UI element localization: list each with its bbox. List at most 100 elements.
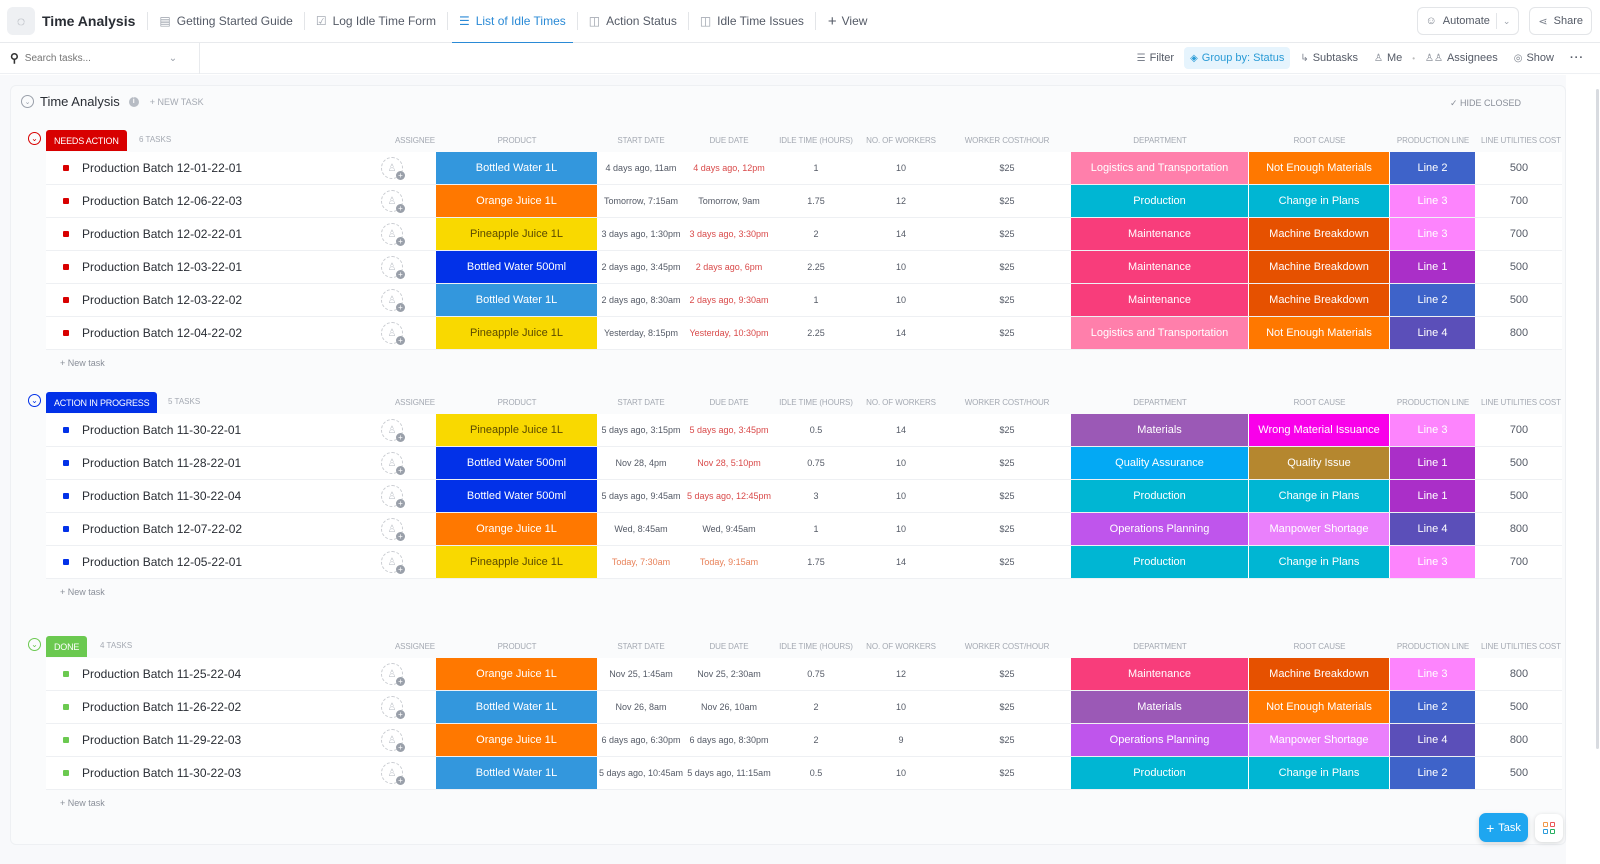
filter-button[interactable]: ☰ Filter xyxy=(1131,47,1180,69)
department-cell[interactable]: Operations Planning xyxy=(1071,513,1249,545)
more-options-icon[interactable]: ··· xyxy=(1564,47,1590,69)
task-row[interactable]: Production Batch 12-03-22-01 ♙ + Bottled Wa… xyxy=(46,251,1562,284)
product-cell[interactable]: Bottled Water 500ml xyxy=(436,447,598,479)
col-department-header[interactable]: DEPARTMENT xyxy=(1071,136,1249,145)
col-root-cause-header[interactable]: ROOT CAUSE xyxy=(1249,642,1390,651)
due-date-cell[interactable]: Tomorrow, 9am xyxy=(684,185,774,217)
start-date-cell[interactable]: 2 days ago, 3:45pm xyxy=(598,251,684,283)
task-row[interactable]: Production Batch 12-07-22-02 ♙ + Orange Jui… xyxy=(46,513,1562,546)
idle-time-cell[interactable]: 2 xyxy=(774,218,858,250)
idle-time-cell[interactable]: 1 xyxy=(774,284,858,316)
product-cell[interactable]: Orange Juice 1L xyxy=(436,185,598,217)
root-cause-cell[interactable]: Machine Breakdown xyxy=(1249,658,1390,690)
due-date-cell[interactable]: 6 days ago, 8:30pm xyxy=(684,724,774,756)
root-cause-cell[interactable]: Not Enough Materials xyxy=(1249,317,1390,349)
status-square-icon[interactable] xyxy=(63,198,69,204)
status-badge[interactable]: ACTION IN PROGRESS xyxy=(46,392,158,413)
start-date-cell[interactable]: 2 days ago, 8:30am xyxy=(598,284,684,316)
col-worker-cost-header[interactable]: WORKER COST/HOUR xyxy=(944,642,1070,651)
production-line-cell[interactable]: Line 2 xyxy=(1390,152,1476,184)
root-cause-cell[interactable]: Not Enough Materials xyxy=(1249,691,1390,723)
due-date-cell[interactable]: 5 days ago, 3:45pm xyxy=(684,414,774,446)
col-worker-cost-header[interactable]: WORKER COST/HOUR xyxy=(944,398,1070,407)
worker-cost-cell[interactable]: $25 xyxy=(944,251,1070,283)
product-cell[interactable]: Orange Juice 1L xyxy=(436,724,598,756)
assignee-avatar[interactable]: ♙ + xyxy=(381,518,405,541)
col-idle-time-header[interactable]: IDLE TIME (HOURS) xyxy=(774,136,858,145)
task-row[interactable]: Production Batch 12-04-22-02 ♙ + Pineapple … xyxy=(46,317,1562,350)
production-line-cell[interactable]: Line 2 xyxy=(1390,757,1476,789)
assignee-avatar[interactable]: ♙ + xyxy=(381,729,405,752)
assignees-button[interactable]: ♙♙ Assignees xyxy=(1419,47,1504,69)
col-workers-header[interactable]: NO. OF WORKERS xyxy=(858,642,944,651)
department-cell[interactable]: Production xyxy=(1071,757,1249,789)
product-cell[interactable]: Orange Juice 1L xyxy=(436,658,598,690)
root-cause-cell[interactable]: Not Enough Materials xyxy=(1249,152,1390,184)
tab-action-status[interactable]: ◫ Action Status xyxy=(578,0,688,43)
product-cell[interactable]: Bottled Water 500ml xyxy=(436,480,598,512)
task-name[interactable]: Production Batch 12-03-22-02 xyxy=(82,284,242,316)
department-cell[interactable]: Materials xyxy=(1071,414,1249,446)
col-production-line-header[interactable]: PRODUCTION LINE xyxy=(1390,642,1476,651)
assignee-avatar[interactable]: ♙ + xyxy=(381,289,405,312)
department-cell[interactable]: Quality Assurance xyxy=(1071,447,1249,479)
worker-cost-cell[interactable]: $25 xyxy=(944,757,1070,789)
workers-cell[interactable]: 12 xyxy=(858,658,944,690)
col-line-utilities-cost-header[interactable]: LINE UTILITIES COST xyxy=(1476,136,1566,145)
idle-time-cell[interactable]: 2 xyxy=(774,691,858,723)
department-cell[interactable]: Production xyxy=(1071,480,1249,512)
status-square-icon[interactable] xyxy=(63,704,69,710)
utilities-cost-cell[interactable]: 500 xyxy=(1476,757,1562,789)
col-start-date-header[interactable]: START DATE xyxy=(598,642,684,651)
task-row[interactable]: Production Batch 12-05-22-01 ♙ + Pineapple … xyxy=(46,546,1562,579)
start-date-cell[interactable]: 3 days ago, 1:30pm xyxy=(598,218,684,250)
workers-cell[interactable]: 10 xyxy=(858,152,944,184)
col-start-date-header[interactable]: START DATE xyxy=(598,398,684,407)
assignee-avatar[interactable]: ♙ + xyxy=(381,452,405,475)
root-cause-cell[interactable]: Change in Plans xyxy=(1249,185,1390,217)
space-icon[interactable]: ◌ xyxy=(7,7,35,35)
worker-cost-cell[interactable]: $25 xyxy=(944,447,1070,479)
idle-time-cell[interactable]: 2 xyxy=(774,724,858,756)
utilities-cost-cell[interactable]: 800 xyxy=(1476,724,1562,756)
subtasks-button[interactable]: ↳ Subtasks xyxy=(1294,47,1364,69)
department-cell[interactable]: Logistics and Transportation xyxy=(1071,317,1249,349)
due-date-cell[interactable]: 4 days ago, 12pm xyxy=(684,152,774,184)
task-row[interactable]: Production Batch 11-25-22-04 ♙ + Orange Jui… xyxy=(46,658,1562,691)
me-button[interactable]: ♙ Me xyxy=(1368,47,1408,69)
status-square-icon[interactable] xyxy=(63,493,69,499)
status-square-icon[interactable] xyxy=(63,427,69,433)
start-date-cell[interactable]: 5 days ago, 3:15pm xyxy=(598,414,684,446)
department-cell[interactable]: Logistics and Transportation xyxy=(1071,152,1249,184)
col-idle-time-header[interactable]: IDLE TIME (HOURS) xyxy=(774,642,858,651)
status-square-icon[interactable] xyxy=(63,770,69,776)
utilities-cost-cell[interactable]: 500 xyxy=(1476,152,1562,184)
start-date-cell[interactable]: Nov 25, 1:45am xyxy=(598,658,684,690)
col-product-header[interactable]: PRODUCT xyxy=(436,642,598,651)
worker-cost-cell[interactable]: $25 xyxy=(944,284,1070,316)
status-badge[interactable]: NEEDS ACTION xyxy=(46,130,127,151)
product-cell[interactable]: Bottled Water 1L xyxy=(436,284,598,316)
status-square-icon[interactable] xyxy=(63,297,69,303)
new-task-button[interactable]: + Task xyxy=(1479,813,1528,842)
idle-time-cell[interactable]: 0.5 xyxy=(774,757,858,789)
assignee-avatar[interactable]: ♙ + xyxy=(381,190,405,213)
workers-cell[interactable]: 10 xyxy=(858,691,944,723)
production-line-cell[interactable]: Line 1 xyxy=(1390,480,1476,512)
root-cause-cell[interactable]: Change in Plans xyxy=(1249,757,1390,789)
worker-cost-cell[interactable]: $25 xyxy=(944,152,1070,184)
product-cell[interactable]: Pineapple Juice 1L xyxy=(436,317,598,349)
production-line-cell[interactable]: Line 3 xyxy=(1390,218,1476,250)
task-name[interactable]: Production Batch 11-30-22-01 xyxy=(82,414,241,446)
workers-cell[interactable]: 10 xyxy=(858,513,944,545)
workers-cell[interactable]: 10 xyxy=(858,480,944,512)
col-production-line-header[interactable]: PRODUCTION LINE xyxy=(1390,398,1476,407)
workers-cell[interactable]: 14 xyxy=(858,317,944,349)
status-square-icon[interactable] xyxy=(63,737,69,743)
chevron-down-icon[interactable]: ⌄ xyxy=(169,53,177,64)
production-line-cell[interactable]: Line 3 xyxy=(1390,658,1476,690)
assignee-avatar[interactable]: ♙ + xyxy=(381,551,405,574)
col-department-header[interactable]: DEPARTMENT xyxy=(1071,642,1249,651)
col-production-line-header[interactable]: PRODUCTION LINE xyxy=(1390,136,1476,145)
utilities-cost-cell[interactable]: 500 xyxy=(1476,251,1562,283)
